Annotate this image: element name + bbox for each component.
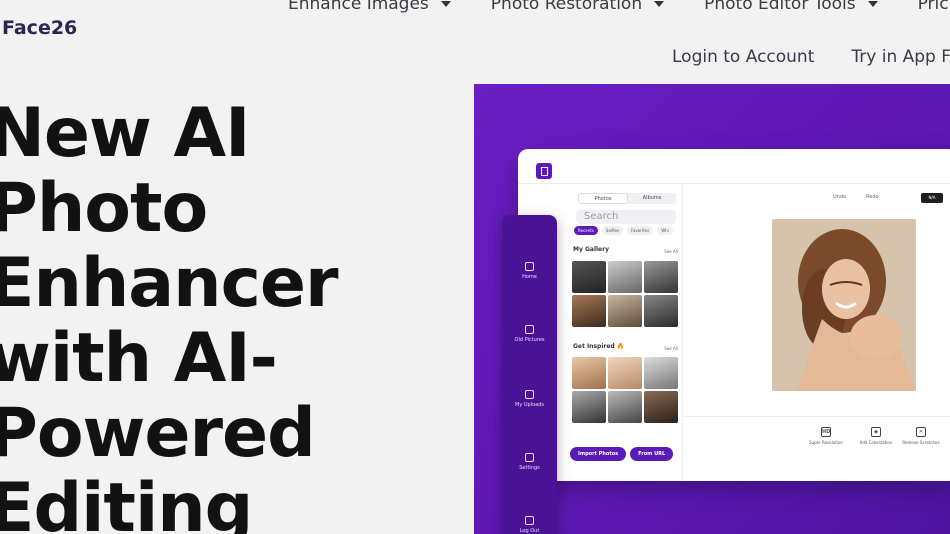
sidebar-item-label: Home <box>522 274 537 280</box>
hd-icon: HD <box>821 427 831 437</box>
inspired-grid <box>572 357 678 423</box>
sidebar-item-label: Log Out <box>519 528 540 534</box>
nav-label: Photo Restoration <box>490 0 643 14</box>
hero-line: Photo <box>0 169 208 248</box>
editor-canvas: Undo Redo N/A HD Super Resolution ◆ Add … <box>683 184 950 481</box>
gallery-thumb[interactable] <box>644 295 678 327</box>
sidebar-item-home[interactable]: Home <box>502 262 557 280</box>
search-input[interactable]: Search <box>576 210 676 224</box>
redo-button[interactable]: Redo <box>866 194 879 200</box>
primary-nav: Enhance Images Photo Restoration Photo E… <box>288 0 950 14</box>
gear-icon <box>525 453 534 462</box>
hero-heading: New AI Photo Enhancer with AI- Powered E… <box>0 96 448 534</box>
app-logo-icon <box>536 163 552 179</box>
hero-line: New AI <box>0 94 250 173</box>
login-link[interactable]: Login to Account <box>672 47 814 67</box>
home-icon <box>525 262 534 271</box>
filter-selfies[interactable]: Selfies <box>601 226 624 235</box>
gallery-thumb[interactable] <box>608 261 642 293</box>
try-in-app-link[interactable]: Try in App Fr <box>851 47 950 67</box>
nav-label: Pric <box>917 0 949 14</box>
sidebar-item-label: Settings <box>519 465 540 471</box>
nav-photo-restoration[interactable]: Photo Restoration <box>490 0 665 14</box>
save-button[interactable]: N/A <box>921 193 943 203</box>
gallery-thumb[interactable] <box>644 261 678 293</box>
filter-favorites[interactable]: Favorites <box>627 226 654 235</box>
nav-enhance-images[interactable]: Enhance Images <box>288 0 451 14</box>
tool-label: Add Colorization <box>859 440 893 445</box>
inspired-thumb[interactable] <box>644 357 678 389</box>
app-sidebar: Home Old Pictures My Uploads Settings Lo… <box>502 215 557 534</box>
see-all-link[interactable]: See All <box>664 346 678 351</box>
portrait-image <box>772 219 916 391</box>
see-all-link[interactable]: See All <box>664 249 678 254</box>
tab-albums[interactable]: Albums <box>628 193 676 204</box>
gallery-thumb[interactable] <box>572 261 606 293</box>
sidebar-item-label: My Uploads <box>515 402 544 408</box>
chevron-down-icon <box>654 1 665 7</box>
nav-label: Enhance Images <box>288 0 429 14</box>
pictures-icon <box>525 325 534 334</box>
sidebar-item-settings[interactable]: Settings <box>502 453 557 471</box>
app-mockup: Photos Albums Search Recents Selfies Fav… <box>518 149 950 481</box>
tool-label: Super Resolution <box>809 440 843 445</box>
app-topbar <box>518 149 950 184</box>
remove-scratches-tool[interactable]: ✕ Remove Scratches <box>901 427 941 445</box>
inspired-thumb[interactable] <box>572 391 606 423</box>
add-colorization-tool[interactable]: ◆ Add Colorization <box>856 427 896 445</box>
filter-recents[interactable]: Recents <box>574 226 598 235</box>
inspired-thumb[interactable] <box>608 391 642 423</box>
inspired-thumb[interactable] <box>608 357 642 389</box>
from-url-button[interactable]: From URL <box>630 447 674 461</box>
chevron-down-icon <box>440 1 451 7</box>
nav-photo-editor-tools[interactable]: Photo Editor Tools <box>704 0 878 14</box>
inspired-thumb[interactable] <box>572 357 606 389</box>
brand-logo[interactable]: Face26 <box>2 17 77 39</box>
paint-bucket-icon: ◆ <box>871 427 881 437</box>
edited-photo <box>772 219 916 391</box>
inspired-thumb[interactable] <box>644 391 678 423</box>
sidebar-item-my-uploads[interactable]: My Uploads <box>502 390 557 408</box>
super-resolution-tool[interactable]: HD Super Resolution <box>806 427 846 445</box>
sidebar-item-log-out[interactable]: Log Out <box>502 516 557 534</box>
tool-label: Remove Scratches <box>902 440 940 445</box>
tool-bar: HD Super Resolution ◆ Add Colorization ✕… <box>683 416 950 481</box>
gallery-thumb[interactable] <box>572 295 606 327</box>
scratch-icon: ✕ <box>916 427 926 437</box>
sidebar-item-label: Old Pictures <box>514 337 545 343</box>
sidebar-item-old-pictures[interactable]: Old Pictures <box>502 325 557 343</box>
tab-photos[interactable]: Photos <box>578 193 628 204</box>
gallery-thumb[interactable] <box>608 295 642 327</box>
inspired-title: Get Inspired 🔥 <box>573 343 625 350</box>
hero-line: Enhancer <box>0 244 339 323</box>
gallery-pane: Photos Albums Search Recents Selfies Fav… <box>568 184 683 481</box>
secondary-nav: Login to Account Try in App Fr <box>672 47 950 67</box>
photo-album-tabs: Photos Albums <box>578 193 676 204</box>
gallery-title: My Gallery <box>573 246 609 253</box>
chevron-down-icon <box>867 1 878 7</box>
logout-icon <box>525 516 534 525</box>
filter-more[interactable]: Whi <box>657 226 673 235</box>
nav-label: Photo Editor Tools <box>704 0 856 14</box>
hero-line: Powered <box>0 394 316 473</box>
filter-chips: Recents Selfies Favorites Whi <box>574 226 673 235</box>
hero-line: with AI- <box>0 319 278 398</box>
hero-line: Editing <box>0 469 253 534</box>
gallery-grid <box>572 261 678 327</box>
upload-icon <box>525 390 534 399</box>
import-photos-button[interactable]: Import Photos <box>570 447 627 461</box>
nav-pricing[interactable]: Pric <box>918 0 949 14</box>
undo-button[interactable]: Undo <box>833 194 846 200</box>
